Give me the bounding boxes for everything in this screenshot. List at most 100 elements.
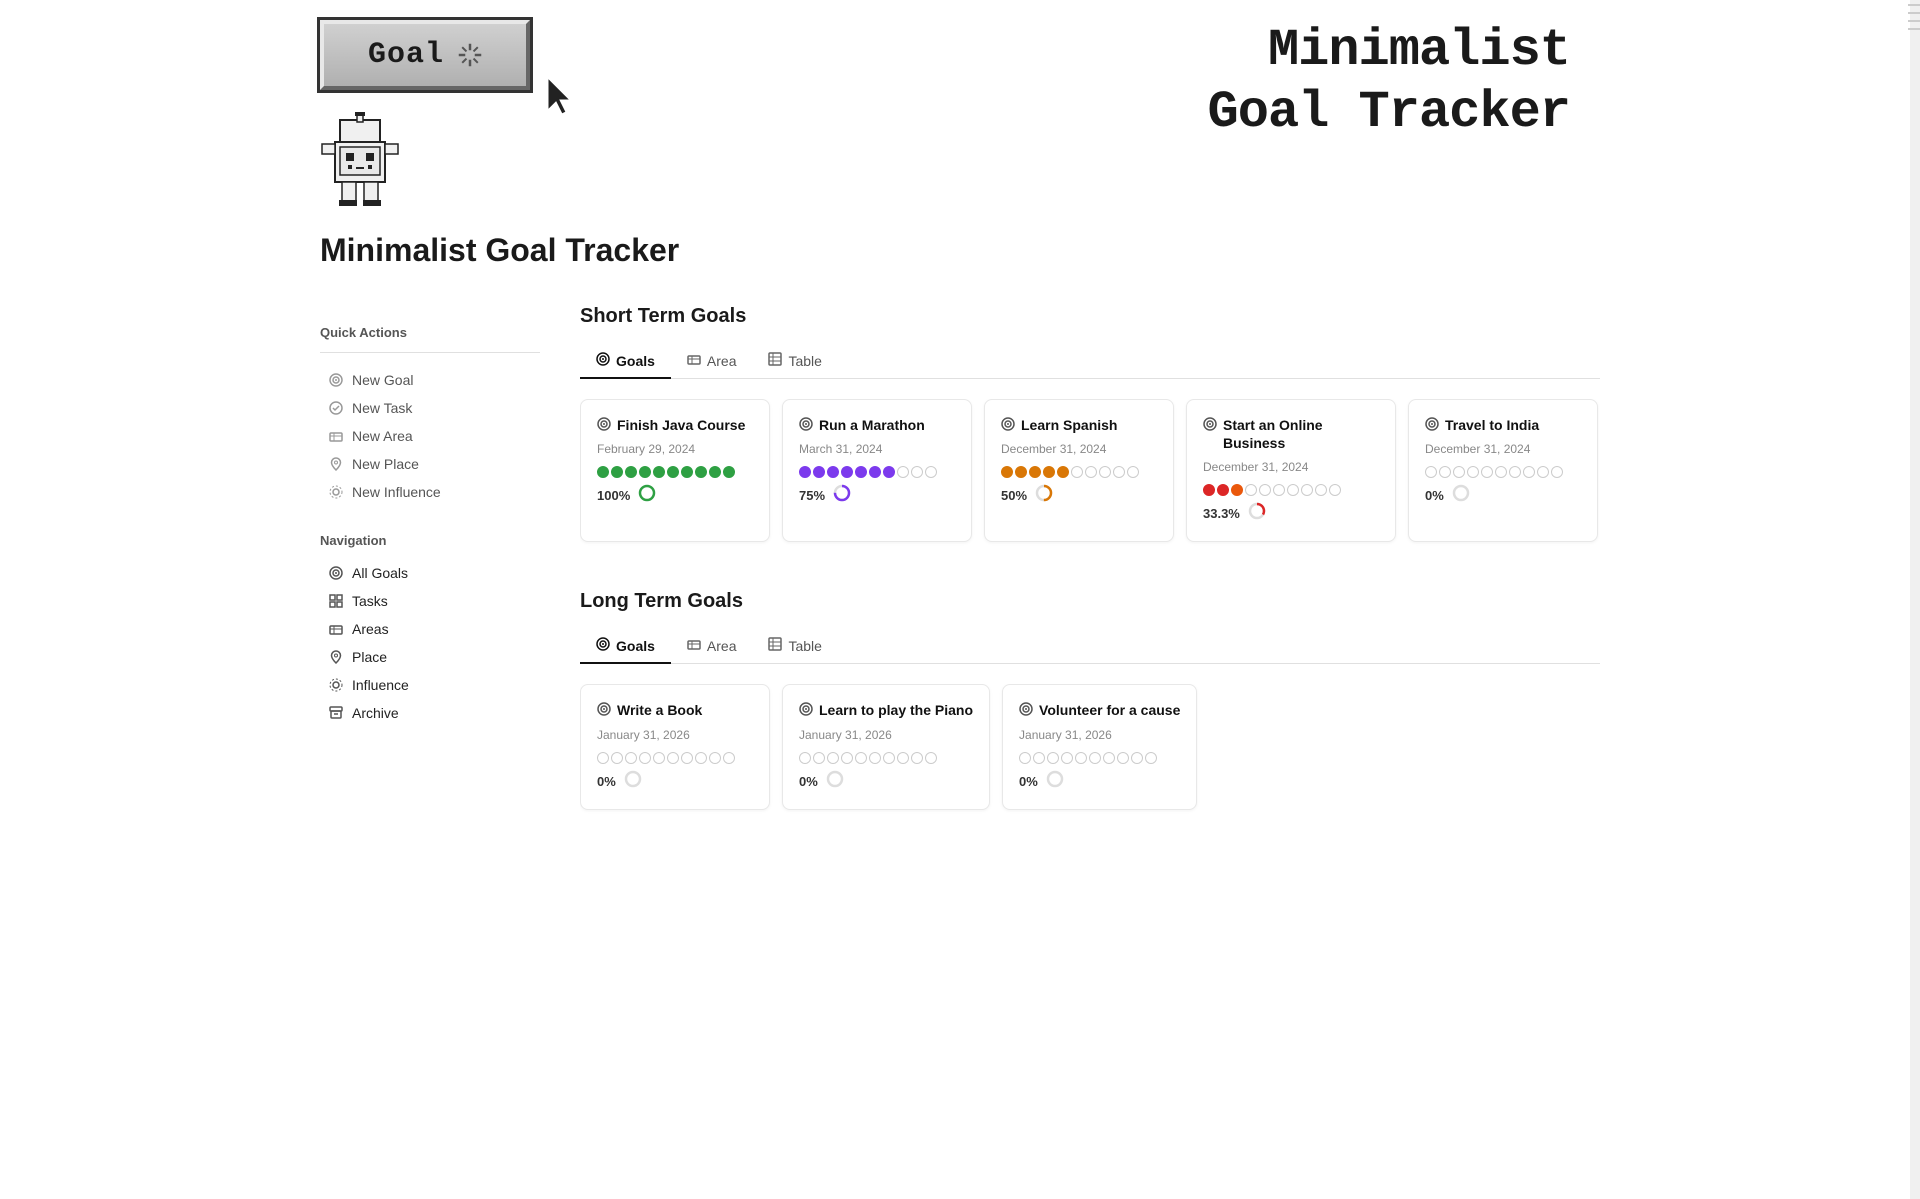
sidebar-item-new-goal[interactable]: New Goal bbox=[320, 367, 540, 393]
tab-long-table[interactable]: Table bbox=[752, 629, 837, 664]
progress-dot-empty bbox=[813, 752, 825, 764]
progress-dot bbox=[639, 466, 651, 478]
tab-long-area[interactable]: Area bbox=[671, 629, 753, 664]
card-header: Write a Book bbox=[597, 701, 753, 719]
long-term-cards: Write a Book January 31, 2026 0% Learn t… bbox=[580, 684, 1600, 817]
progress-dot bbox=[653, 466, 665, 478]
progress-dot-empty bbox=[1131, 752, 1143, 764]
sidebar-item-archive[interactable]: Archive bbox=[320, 700, 540, 726]
long-term-title: Long Term Goals bbox=[580, 590, 1600, 613]
progress-dot-empty bbox=[709, 752, 721, 764]
sidebar-item-tasks[interactable]: Tasks bbox=[320, 588, 540, 614]
sidebar-item-influence[interactable]: Influence bbox=[320, 672, 540, 698]
card-title: Learn Spanish bbox=[1021, 416, 1117, 434]
progress-dot bbox=[1015, 466, 1027, 478]
progress-dot bbox=[723, 466, 735, 478]
tab-goals-icon bbox=[596, 352, 610, 369]
progress-pct: 0% bbox=[1425, 488, 1444, 503]
progress-dot-empty bbox=[667, 752, 679, 764]
new-goal-label: New Goal bbox=[352, 372, 413, 388]
goal-card[interactable]: Learn Spanish December 31, 2024 50% bbox=[984, 399, 1174, 542]
progress-row: 0% bbox=[1425, 484, 1581, 507]
page-title-large: Minimalist Goal Tracker bbox=[1208, 20, 1600, 145]
tab-short-table[interactable]: Table bbox=[752, 344, 837, 379]
all-goals-icon bbox=[328, 565, 344, 581]
short-term-cards: Finish Java Course February 29, 2024 100… bbox=[580, 399, 1600, 550]
card-goal-icon bbox=[799, 702, 813, 719]
progress-dot-empty bbox=[869, 752, 881, 764]
progress-dots bbox=[799, 752, 973, 764]
goal-card[interactable]: Start an Online Business December 31, 20… bbox=[1186, 399, 1396, 542]
progress-dot-empty bbox=[1315, 484, 1327, 496]
goal-card[interactable]: Travel to India December 31, 2024 0% bbox=[1408, 399, 1598, 542]
progress-dot-empty bbox=[1481, 466, 1493, 478]
progress-dot bbox=[827, 466, 839, 478]
new-place-label: New Place bbox=[352, 456, 419, 472]
sidebar-item-all-goals[interactable]: All Goals bbox=[320, 560, 540, 586]
sidebar-item-place[interactable]: Place bbox=[320, 644, 540, 670]
pixel-spinner-icon bbox=[458, 43, 482, 67]
progress-dot-empty bbox=[1075, 752, 1087, 764]
tab-short-area[interactable]: Area bbox=[671, 344, 753, 379]
areas-label: Areas bbox=[352, 621, 389, 637]
archive-label: Archive bbox=[352, 705, 399, 721]
sidebar-item-areas[interactable]: Areas bbox=[320, 616, 540, 642]
progress-dot bbox=[667, 466, 679, 478]
sidebar-item-new-influence[interactable]: New Influence bbox=[320, 479, 540, 505]
scrollbar-marker bbox=[1908, 4, 1920, 6]
nav-influence-icon bbox=[328, 677, 344, 693]
progress-pct: 50% bbox=[1001, 488, 1027, 503]
goal-card[interactable]: Learn to play the Piano January 31, 2026… bbox=[782, 684, 990, 809]
progress-dot bbox=[1001, 466, 1013, 478]
progress-dot-empty bbox=[1113, 466, 1125, 478]
two-col-layout: Quick Actions New Goal New Task New Area bbox=[320, 305, 1600, 858]
sidebar-item-new-task[interactable]: New Task bbox=[320, 395, 540, 421]
scrollbar-marker bbox=[1908, 28, 1920, 30]
card-header: Finish Java Course bbox=[597, 416, 753, 434]
header-area: Goal bbox=[320, 0, 1600, 212]
goal-card[interactable]: Finish Java Course February 29, 2024 100… bbox=[580, 399, 770, 542]
scrollbar-marker bbox=[1908, 12, 1920, 14]
progress-dot-empty bbox=[1439, 466, 1451, 478]
pixel-art-container: Goal bbox=[320, 20, 530, 212]
tab-short-goals[interactable]: Goals bbox=[580, 344, 671, 379]
tasks-icon bbox=[328, 593, 344, 609]
progress-dot-empty bbox=[1495, 466, 1507, 478]
sidebar-item-new-place[interactable]: New Place bbox=[320, 451, 540, 477]
goal-card[interactable]: Run a Marathon March 31, 2024 75% bbox=[782, 399, 972, 542]
card-goal-icon bbox=[1203, 417, 1217, 434]
tab-lt-table-label: Table bbox=[788, 638, 821, 654]
tab-table-icon bbox=[768, 352, 782, 369]
progress-spinner bbox=[624, 770, 642, 793]
progress-dot-empty bbox=[723, 752, 735, 764]
card-date: December 31, 2024 bbox=[1203, 460, 1379, 474]
progress-dot-empty bbox=[1273, 484, 1285, 496]
areas-icon bbox=[328, 621, 344, 637]
progress-dot-empty bbox=[799, 752, 811, 764]
scrollbar[interactable] bbox=[1910, 0, 1920, 1199]
progress-dot-empty bbox=[1287, 484, 1299, 496]
progress-dot bbox=[855, 466, 867, 478]
progress-dot-empty bbox=[1127, 466, 1139, 478]
progress-dot-empty bbox=[827, 752, 839, 764]
progress-dot-empty bbox=[611, 752, 623, 764]
card-title: Volunteer for a cause bbox=[1039, 701, 1180, 719]
progress-dot bbox=[1217, 484, 1229, 496]
goal-card[interactable]: Volunteer for a cause January 31, 2026 0… bbox=[1002, 684, 1197, 809]
task-icon bbox=[328, 400, 344, 416]
card-goal-icon bbox=[597, 702, 611, 719]
progress-pct: 75% bbox=[799, 488, 825, 503]
tab-table-label: Table bbox=[788, 353, 821, 369]
content-area: Short Term Goals Goals Area bbox=[580, 305, 1600, 858]
sidebar-item-new-area[interactable]: New Area bbox=[320, 423, 540, 449]
scrollbar-marker bbox=[1908, 20, 1920, 22]
pixel-button[interactable]: Goal bbox=[320, 20, 530, 90]
progress-dot bbox=[841, 466, 853, 478]
progress-dot-empty bbox=[1103, 752, 1115, 764]
goal-card[interactable]: Write a Book January 31, 2026 0% bbox=[580, 684, 770, 809]
progress-dot bbox=[813, 466, 825, 478]
progress-dot-empty bbox=[1089, 752, 1101, 764]
tab-long-goals[interactable]: Goals bbox=[580, 629, 671, 664]
card-date: December 31, 2024 bbox=[1001, 442, 1157, 456]
progress-row: 100% bbox=[597, 484, 753, 507]
